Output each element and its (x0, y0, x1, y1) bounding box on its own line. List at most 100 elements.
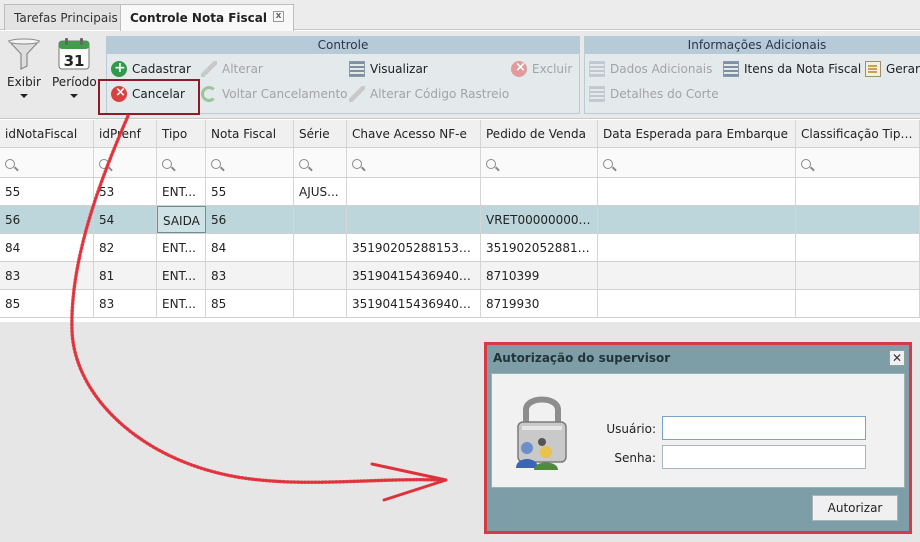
autorizar-button[interactable]: Autorizar (812, 495, 898, 521)
table-cell[interactable] (796, 262, 920, 289)
table-cell[interactable] (598, 290, 796, 317)
table-cell[interactable] (598, 262, 796, 289)
table-cell[interactable] (347, 178, 481, 205)
table-cell[interactable] (796, 178, 920, 205)
filter-cell[interactable] (347, 148, 481, 177)
table-cell[interactable] (796, 206, 920, 233)
search-icon (99, 158, 109, 169)
table-row[interactable]: 55 53 ENT... 55 AJUS... (0, 178, 920, 206)
filter-cell[interactable] (481, 148, 598, 177)
filter-cell[interactable] (0, 148, 94, 177)
table-cell[interactable]: 8719930 (481, 290, 598, 317)
table-cell[interactable]: 351902052881530... (347, 234, 481, 261)
voltar-cancelamento-button[interactable]: Voltar Cancelamento (201, 84, 348, 104)
tab-tarefas-principais[interactable]: Tarefas Principais (4, 4, 128, 30)
cadastrar-button[interactable]: Cadastrar (111, 58, 191, 79)
column-header[interactable]: Classificação Tipo Pe (796, 120, 920, 147)
table-cell[interactable]: 3519020528815... (481, 234, 598, 261)
usuario-input[interactable] (662, 416, 866, 440)
exibir-button[interactable]: Exibir (2, 37, 46, 98)
table-cell[interactable]: 351904154369400... (347, 262, 481, 289)
dados-adicionais-button[interactable]: Dados Adicionais (589, 59, 712, 79)
filter-cell[interactable] (157, 148, 206, 177)
tab-close-icon[interactable]: x (273, 11, 284, 22)
visualizar-button[interactable]: Visualizar (349, 59, 428, 79)
table-cell[interactable] (481, 178, 598, 205)
table-cell[interactable]: 81 (94, 262, 157, 289)
table-cell[interactable]: 351904154369400... (347, 290, 481, 317)
grid-filter-row (0, 148, 920, 178)
chevron-down-icon[interactable] (20, 94, 28, 98)
table-cell[interactable]: 82 (94, 234, 157, 261)
table-row[interactable]: 84 82 ENT... 84 351902052881530... 3519020528… (0, 234, 920, 262)
column-header[interactable]: Nota Fiscal (206, 120, 294, 147)
alterar-button[interactable]: Alterar (201, 59, 263, 79)
table-cell[interactable]: 84 (0, 234, 94, 261)
voltar-cancelamento-label: Voltar Cancelamento (222, 87, 348, 101)
column-header[interactable]: Chave Acesso NF-e (347, 120, 481, 147)
table-cell[interactable]: VRET0000000002 (481, 206, 598, 233)
table-cell[interactable]: 83 (206, 262, 294, 289)
cancelar-highlight (98, 79, 200, 115)
close-icon[interactable]: ✕ (889, 350, 905, 366)
table-cell[interactable]: ENT... (157, 290, 206, 317)
table-cell[interactable] (598, 178, 796, 205)
column-header[interactable]: idPrenf (94, 120, 157, 147)
table-row[interactable]: 85 83 ENT... 85 351904154369400... 8719930 (0, 290, 920, 318)
table-cell[interactable]: 85 (206, 290, 294, 317)
table-cell[interactable]: AJUS... (294, 178, 347, 205)
info-group-title: Informações Adicionais (585, 37, 920, 54)
grid-icon (589, 85, 605, 102)
itens-nota-fiscal-label: Itens da Nota Fiscal (744, 62, 862, 76)
table-cell[interactable]: ENT... (157, 262, 206, 289)
table-cell[interactable] (294, 206, 347, 233)
gerar-button[interactable]: Gerar (865, 59, 920, 79)
itens-nota-fiscal-button[interactable]: Itens da Nota Fiscal (723, 59, 861, 79)
table-cell[interactable]: 55 (0, 178, 94, 205)
table-cell[interactable] (347, 206, 481, 233)
filter-cell[interactable] (598, 148, 796, 177)
table-cell[interactable] (294, 290, 347, 317)
table-cell[interactable] (294, 262, 347, 289)
senha-input[interactable] (662, 445, 866, 469)
column-header[interactable]: Data Esperada para Embarque (598, 120, 796, 147)
table-cell[interactable]: 55 (206, 178, 294, 205)
chevron-down-icon[interactable] (70, 94, 78, 98)
periodo-button[interactable]: 31 Período (52, 37, 97, 98)
table-cell[interactable]: 53 (94, 178, 157, 205)
table-row[interactable]: 56 54 SAIDA 56 VRET0000000002 (0, 206, 920, 234)
filter-cell[interactable] (796, 148, 920, 177)
table-cell[interactable]: 83 (0, 262, 94, 289)
column-header[interactable]: Tipo (157, 120, 206, 147)
table-cell[interactable]: 84 (206, 234, 294, 261)
filter-cell[interactable] (294, 148, 347, 177)
column-header[interactable]: idNotaFiscal (0, 120, 94, 147)
alterar-codigo-rastreio-button[interactable]: Alterar Código Rastreio (349, 84, 509, 104)
table-row[interactable]: 83 81 ENT... 83 351904154369400... 8710399 (0, 262, 920, 290)
table-cell[interactable]: 54 (94, 206, 157, 233)
column-header[interactable]: Série (294, 120, 347, 147)
undo-icon (201, 85, 217, 102)
table-cell[interactable]: 83 (94, 290, 157, 317)
dados-adicionais-label: Dados Adicionais (610, 62, 713, 76)
table-cell[interactable] (796, 234, 920, 261)
filter-cell[interactable] (94, 148, 157, 177)
table-cell[interactable] (294, 234, 347, 261)
table-cell[interactable]: ENT... (157, 178, 206, 205)
grid-body: 55 53 ENT... 55 AJUS... 56 54 SAIDA 56 VRET000000… (0, 178, 920, 318)
excluir-button[interactable]: Excluir (511, 58, 572, 79)
column-header[interactable]: Pedido de Venda (481, 120, 598, 147)
pencil-icon (349, 85, 365, 102)
table-cell[interactable]: 85 (0, 290, 94, 317)
filter-cell[interactable] (206, 148, 294, 177)
table-cell[interactable]: 56 (206, 206, 294, 233)
table-cell[interactable]: 8710399 (481, 262, 598, 289)
table-cell[interactable]: SAIDA (157, 206, 206, 233)
table-cell[interactable]: ENT... (157, 234, 206, 261)
detalhes-corte-button[interactable]: Detalhes do Corte (589, 84, 719, 104)
table-cell[interactable]: 56 (0, 206, 94, 233)
table-cell[interactable] (598, 206, 796, 233)
table-cell[interactable] (598, 234, 796, 261)
tab-controle-nota-fiscal[interactable]: Controle Nota Fiscal x (120, 4, 294, 31)
table-cell[interactable] (796, 290, 920, 317)
